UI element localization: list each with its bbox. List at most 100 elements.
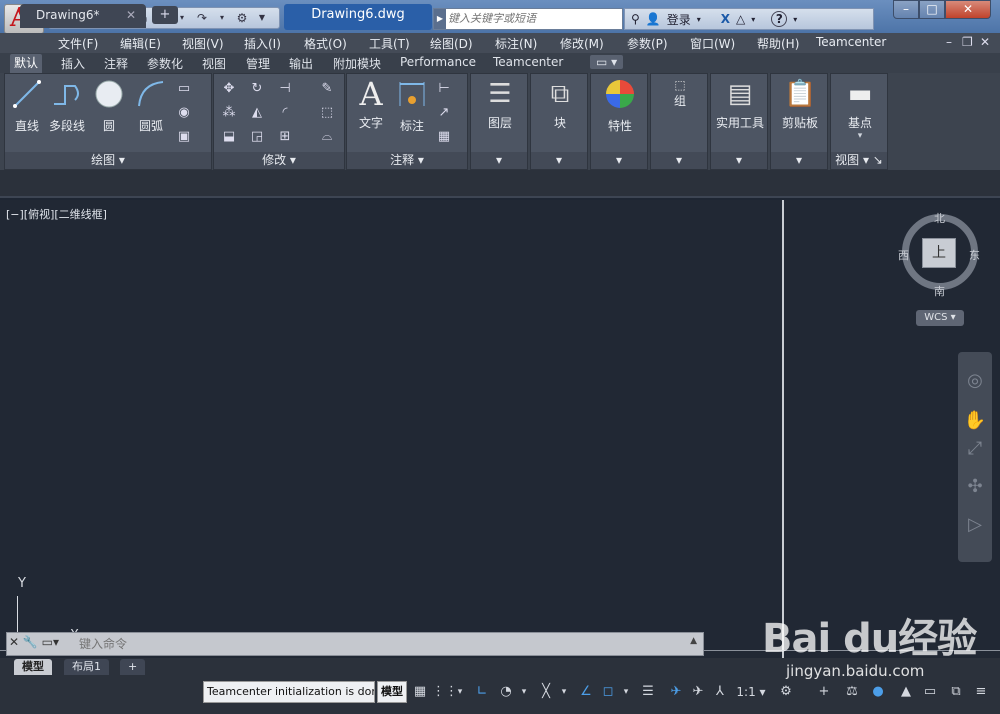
command-input[interactable] <box>79 636 669 652</box>
compass-west[interactable]: 西 <box>898 247 909 263</box>
tab-output[interactable]: 输出 <box>289 55 313 72</box>
mirror-icon[interactable]: ◭ <box>248 104 266 122</box>
fillet-icon[interactable]: ◜ <box>276 104 294 122</box>
annotation-visibility-icon[interactable]: ✈ <box>666 681 686 703</box>
ortho-icon[interactable]: ∟ <box>472 681 492 703</box>
redo-dropdown-icon[interactable]: ▾ <box>213 10 231 26</box>
clipboard-expand-icon[interactable]: ▾ <box>771 152 827 169</box>
object-snap-icon[interactable]: ◻ <box>598 681 618 703</box>
boundary-icon[interactable]: ▣ <box>175 128 193 146</box>
line-button[interactable]: 直线 <box>9 78 45 134</box>
groups-button[interactable]: ⬚ 组 <box>657 78 703 109</box>
ribbon-toggle-icon[interactable]: ▭ ▾ <box>590 55 624 69</box>
menu-draw[interactable]: 绘图(D) <box>430 35 473 52</box>
showmotion-icon[interactable]: ▷ <box>962 512 988 538</box>
block-button[interactable]: ⧉ 块 <box>537 78 583 131</box>
new-tab-button[interactable]: + <box>152 6 178 24</box>
menu-help[interactable]: 帮助(H) <box>757 35 799 52</box>
isodraft-icon[interactable]: ╳ <box>536 681 556 703</box>
layers-button[interactable]: ☰ 图层 <box>477 78 523 131</box>
redo-icon[interactable]: ↷ <box>193 10 211 26</box>
doc-close-icon[interactable]: ✕ <box>980 35 990 49</box>
customization-menu-icon[interactable]: ≡ <box>970 681 992 703</box>
dimension-button[interactable]: 标注 <box>393 78 431 134</box>
linear-dim-icon[interactable]: ⊢ <box>435 80 453 98</box>
offset-icon[interactable]: ⌓ <box>318 128 336 146</box>
properties-button[interactable]: 特性 <box>597 78 643 134</box>
workspace-icon[interactable]: ⚙ <box>233 10 251 26</box>
viewcube-top-face[interactable]: 上 <box>922 238 956 268</box>
tab-insert[interactable]: 插入 <box>61 55 85 72</box>
menu-window[interactable]: 窗口(W) <box>690 35 735 52</box>
exchange-icon[interactable]: X <box>721 12 730 26</box>
menu-dimension[interactable]: 标注(N) <box>495 35 537 52</box>
utilities-button[interactable]: ▤ 实用工具 <box>713 78 767 131</box>
command-history-icon[interactable]: ▭▾ <box>42 635 59 649</box>
menu-edit[interactable]: 编辑(E) <box>120 35 161 52</box>
lineweight-icon[interactable]: ☰ <box>638 681 658 703</box>
leader-icon[interactable]: ↗ <box>435 104 453 122</box>
search-box[interactable]: ▶ <box>433 8 623 30</box>
object-snap-tracking-icon[interactable]: ∠ <box>576 681 596 703</box>
close-tab-icon[interactable]: ✕ <box>126 4 136 26</box>
menu-view[interactable]: 视图(V) <box>182 35 224 52</box>
layers-expand-icon[interactable]: ▾ <box>471 152 527 169</box>
autodesk-dropdown-icon[interactable]: ▾ <box>751 15 755 24</box>
document-tab[interactable]: Drawing6* ✕ <box>20 4 146 28</box>
customize-qat-icon[interactable]: ▼ <box>253 10 271 26</box>
panel-modify-title[interactable]: 修改 ▾ <box>214 152 344 169</box>
circle-button[interactable]: 圆 <box>91 78 127 134</box>
tab-parametric[interactable]: 参数化 <box>147 55 183 72</box>
model-space-button[interactable]: 模型 <box>377 681 407 703</box>
tab-model[interactable]: 模型 <box>14 659 52 675</box>
maximize-button[interactable]: □ <box>919 0 945 19</box>
compass-north[interactable]: 北 <box>934 210 945 226</box>
hardware-acceleration-icon[interactable]: ▲ <box>896 681 916 703</box>
drawing-canvas[interactable] <box>0 200 1000 658</box>
tab-annotate[interactable]: 注释 <box>104 55 128 72</box>
viewport-controls-label[interactable]: [−][俯视][二维线框] <box>6 206 107 222</box>
units-icon[interactable]: ⚖ <box>842 681 862 703</box>
menu-parametric[interactable]: 参数(P) <box>627 35 668 52</box>
login-dropdown-icon[interactable]: ▾ <box>697 15 701 24</box>
stretch-icon[interactable]: ⬓ <box>220 128 238 146</box>
pan-icon[interactable]: ✋ <box>962 408 988 434</box>
isodraft-dropdown-icon[interactable]: ▾ <box>558 681 570 703</box>
block-expand-icon[interactable]: ▾ <box>531 152 587 169</box>
annotation-scale-value[interactable]: 1:1 ▾ <box>734 681 768 703</box>
menu-format[interactable]: 格式(O) <box>304 35 347 52</box>
clean-screen-icon[interactable]: ⧉ <box>946 681 966 703</box>
tab-layout1[interactable]: 布局1 <box>64 659 109 675</box>
array-icon[interactable]: ⊞ <box>276 128 294 146</box>
panel-view-title[interactable]: 视图 ▾ ↘ <box>831 152 887 169</box>
steering-wheel-icon[interactable]: ◎ <box>962 368 988 394</box>
snap-dropdown-icon[interactable]: ▾ <box>454 681 466 703</box>
zoom-extents-icon[interactable]: ⤢ <box>962 436 988 462</box>
polyline-button[interactable]: 多段线 <box>47 78 87 134</box>
snap-icon[interactable]: ⋮⋮ <box>432 681 458 703</box>
erase-icon[interactable]: ✎ <box>318 80 336 98</box>
menu-file[interactable]: 文件(F) <box>58 35 98 52</box>
explode-icon[interactable]: ⬚ <box>318 104 336 122</box>
object-snap-dropdown-icon[interactable]: ▾ <box>620 681 632 703</box>
utilities-expand-icon[interactable]: ▾ <box>711 152 767 169</box>
menu-modify[interactable]: 修改(M) <box>560 35 604 52</box>
auto-scale-icon[interactable]: ✈ <box>688 681 708 703</box>
rectangle-icon[interactable]: ▭ <box>175 80 193 98</box>
move-icon[interactable]: ✥ <box>220 80 238 98</box>
tab-addins[interactable]: 附加模块 <box>333 55 381 72</box>
groups-expand-icon[interactable]: ▾ <box>651 152 707 169</box>
autodesk-360-icon[interactable]: △ <box>736 12 745 26</box>
notification-icon[interactable]: ▭ <box>920 681 940 703</box>
tab-home[interactable]: 默认 <box>10 54 43 73</box>
search-input[interactable] <box>448 11 618 27</box>
table-icon[interactable]: ▦ <box>435 128 453 146</box>
scale-icon[interactable]: ◲ <box>248 128 266 146</box>
isolate-icon[interactable]: ● <box>868 681 888 703</box>
doc-minimize-icon[interactable]: – <box>946 35 952 49</box>
polar-dropdown-icon[interactable]: ▾ <box>518 681 530 703</box>
compass-south[interactable]: 南 <box>934 283 945 299</box>
login-button[interactable]: 登录 <box>667 11 691 28</box>
base-view-button[interactable]: ▬ 基点 ▾ <box>837 78 883 141</box>
trim-icon[interactable]: ⊣ <box>276 80 294 98</box>
